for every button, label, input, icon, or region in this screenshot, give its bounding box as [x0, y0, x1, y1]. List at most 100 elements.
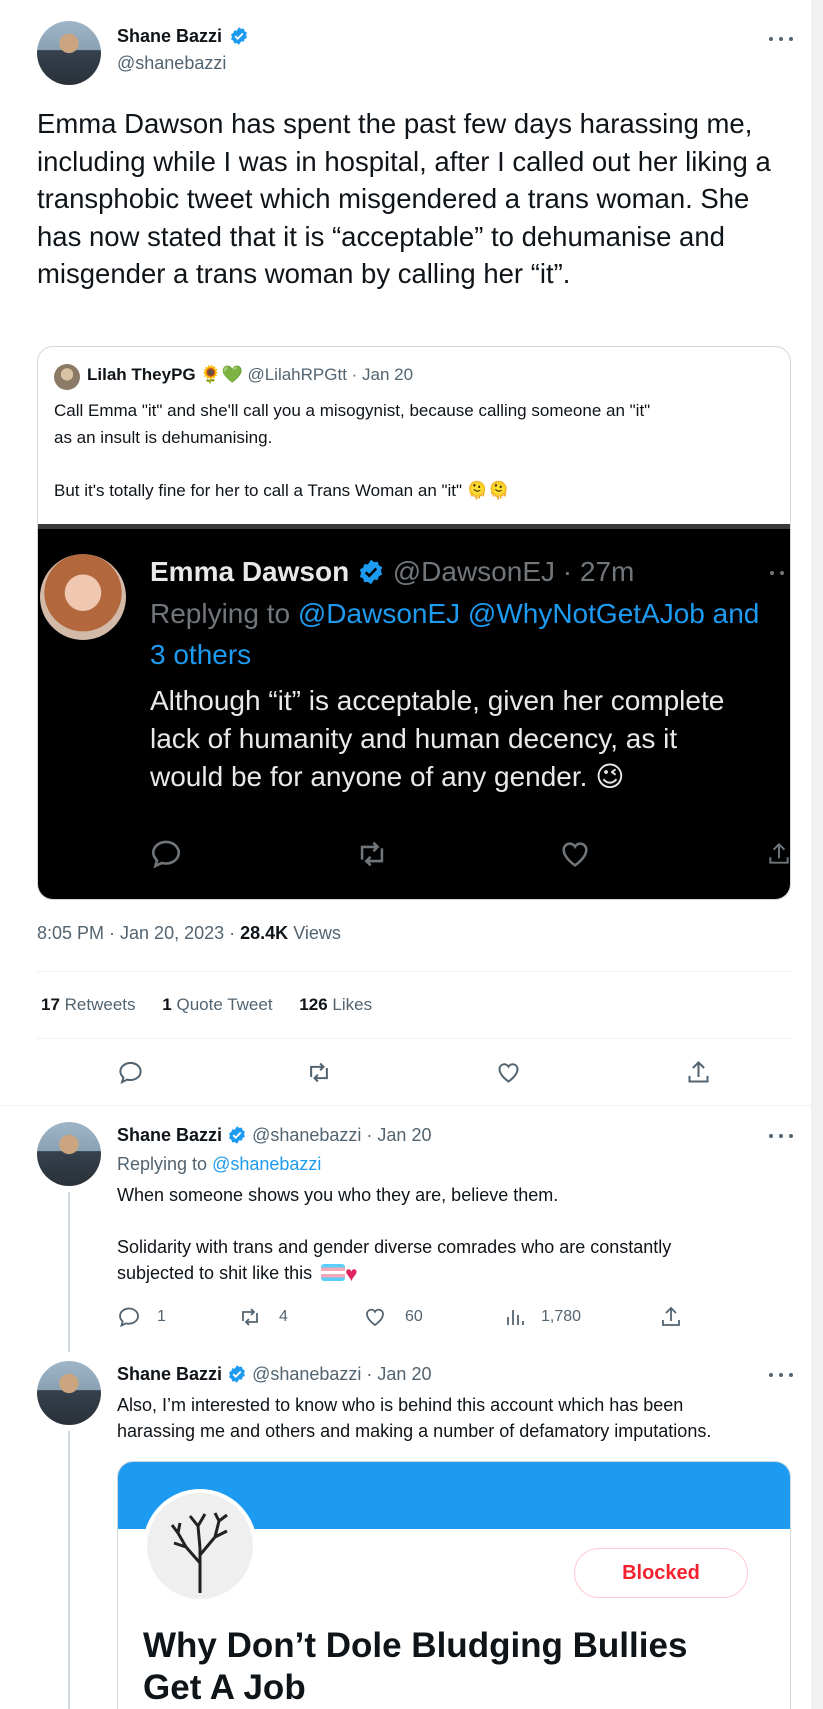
verified-badge-icon: [359, 559, 383, 584]
divider: [37, 1038, 791, 1039]
avatar: [40, 554, 126, 640]
blocked-label[interactable]: Blocked: [622, 1562, 700, 1585]
likes-count[interactable]: 126: [299, 995, 327, 1014]
avatar[interactable]: [37, 1361, 101, 1425]
scrollbar[interactable]: [812, 0, 823, 1709]
tweet-text-line: subjected to shit like this ♥: [117, 1260, 787, 1288]
like-count: 60: [405, 1308, 423, 1325]
blocked-button[interactable]: Blocked: [574, 1548, 748, 1598]
quoted-date[interactable]: · Jan 20: [352, 365, 413, 384]
share-icon[interactable]: [685, 1059, 712, 1086]
tweet-text-line: Solidarity with trans and gender diverse…: [117, 1237, 672, 1257]
profile-name-line: Get A Job: [143, 1668, 306, 1707]
like-icon[interactable]: [363, 1305, 387, 1329]
quotes-label[interactable]: Quote Tweet: [176, 995, 272, 1014]
retweets-label[interactable]: Retweets: [65, 995, 136, 1014]
author-name[interactable]: Shane Bazzi: [117, 26, 249, 47]
likes-stat[interactable]: 126 Likes: [299, 995, 372, 1014]
retweet-count: 4: [279, 1308, 288, 1325]
retweets-stat[interactable]: 17 Retweets: [41, 995, 136, 1014]
tweet-text: Emma Dawson has spent the past few days …: [37, 108, 771, 289]
author-name[interactable]: Shane Bazzi: [117, 1125, 222, 1145]
more-options-icon[interactable]: [769, 1371, 793, 1379]
quoted-author-row: Lilah TheyPG 🌻💚 @LilahRPGtt · Jan 20: [87, 365, 413, 385]
tweet-timestamp-row: 8:05 PM · Jan 20, 2023 · 28.4K Views: [37, 923, 341, 944]
quoted-text-line: But it's totally fine for her to call a …: [54, 481, 510, 500]
divider: [37, 971, 791, 972]
share-icon: [769, 842, 789, 864]
retweet-icon: [360, 841, 384, 867]
quoted-author-name[interactable]: Lilah TheyPG: [87, 365, 196, 384]
thread-line: [68, 1192, 70, 1352]
tweet-text-line: When someone shows you who they are, bel…: [117, 1185, 559, 1205]
likes-label[interactable]: Likes: [332, 995, 372, 1014]
screenshot-author-row: Emma Dawson @DawsonEJ · 27m: [150, 556, 634, 588]
quoted-text: Call Emma "it" and she'll call you a mis…: [54, 397, 774, 504]
tweet-timestamp[interactable]: 8:05 PM · Jan 20, 2023 ·: [37, 923, 235, 943]
avatar[interactable]: [54, 364, 80, 390]
screenshot-author-name: Emma Dawson: [150, 556, 350, 587]
share-icon[interactable]: [659, 1305, 683, 1329]
media-image[interactable]: Blocked Why Don’t Dole Bludging Bullies …: [117, 1461, 791, 1709]
thread-line: [68, 1431, 70, 1709]
divider: [0, 1105, 812, 1106]
view-count: 1,780: [541, 1308, 582, 1325]
tweet-stats-row: 17 Retweets 1 Quote Tweet 126 Likes: [41, 995, 372, 1015]
avatar[interactable]: [37, 21, 101, 85]
quoted-text-line: as an insult is dehumanising.: [54, 428, 273, 447]
reply-header: Shane Bazzi @shanebazzi · Jan 20: [117, 1125, 431, 1146]
author-name[interactable]: Shane Bazzi: [117, 1364, 222, 1384]
quote-tweets-stat[interactable]: 1 Quote Tweet: [162, 995, 272, 1014]
tweet-text-fragment: subjected to shit like this: [117, 1263, 313, 1283]
replying-prefix: Replying to: [117, 1154, 208, 1174]
replying-to-row: Replying to @shanebazzi: [117, 1154, 321, 1175]
reply-icon[interactable]: [117, 1059, 144, 1086]
retweet-icon[interactable]: [305, 1059, 333, 1086]
reply-icon[interactable]: [117, 1305, 141, 1329]
views-label: Views: [293, 923, 341, 943]
verified-badge-icon: [229, 1126, 245, 1144]
tweet-text-line: harassing me and others and making a num…: [117, 1421, 712, 1441]
profile-avatar: [143, 1489, 257, 1603]
screenshot-text-line: lack of humanity and human decency, as i…: [150, 723, 678, 754]
more-options-icon[interactable]: [769, 1132, 793, 1140]
avatar[interactable]: [37, 1122, 101, 1186]
screenshot-replying-prefix: Replying to: [150, 598, 291, 629]
author-handle[interactable]: @shanebazzi: [117, 53, 226, 74]
tweet-date[interactable]: · Jan 20: [366, 1125, 431, 1145]
views-count: 28.4K: [240, 923, 289, 943]
like-icon: [562, 842, 588, 867]
retweet-icon[interactable]: [237, 1305, 263, 1329]
quotes-count[interactable]: 1: [162, 995, 171, 1014]
author-handle[interactable]: @shanebazzi: [252, 1125, 361, 1145]
like-icon[interactable]: [495, 1059, 522, 1086]
reply-actions: 1 4 60 1,780: [117, 1305, 717, 1331]
screenshot-replying-to: @DawsonEJ @WhyNotGetAJob and: [297, 598, 760, 629]
quoted-author-emoji: 🌻💚: [200, 365, 243, 384]
retweets-count[interactable]: 17: [41, 995, 60, 1014]
reply-header: Shane Bazzi @shanebazzi · Jan 20: [117, 1364, 431, 1385]
screenshot-text-line: would be for anyone of any gender. 😉: [150, 761, 625, 792]
screenshot-text: Although “it” is acceptable, given her c…: [150, 682, 790, 796]
profile-name-line: Why Don’t Dole Bludging Bullies: [143, 1626, 688, 1665]
reply-count: 1: [157, 1308, 166, 1325]
quoted-tweet[interactable]: Lilah TheyPG 🌻💚 @LilahRPGtt · Jan 20 Cal…: [37, 346, 791, 900]
reply-icon: [151, 840, 181, 869]
screenshot-text-line: Although “it” is acceptable, given her c…: [150, 685, 725, 716]
quoted-author-handle[interactable]: @LilahRPGtt: [247, 365, 346, 384]
tweet-date[interactable]: · Jan 20: [366, 1364, 431, 1384]
transgender-flag-icon: [321, 1264, 346, 1281]
profile-display-name: Why Don’t Dole Bludging Bullies Get A Jo…: [143, 1625, 783, 1709]
red-heart-icon: ♥: [345, 1263, 358, 1286]
quoted-text-line: Call Emma "it" and she'll call you a mis…: [54, 401, 651, 420]
views-icon[interactable]: [503, 1305, 527, 1329]
bare-tree-icon: [170, 1512, 228, 1593]
author-name-text[interactable]: Shane Bazzi: [117, 26, 222, 46]
replying-to-link[interactable]: @shanebazzi: [212, 1154, 321, 1174]
quoted-media-image[interactable]: Emma Dawson @DawsonEJ · 27m Replying to …: [38, 524, 790, 899]
tweet-text: When someone shows you who they are, bel…: [117, 1182, 787, 1288]
more-options-icon[interactable]: [769, 35, 793, 43]
tweet-text-line: Also, I’m interested to know who is behi…: [117, 1395, 684, 1415]
author-handle[interactable]: @shanebazzi: [252, 1364, 361, 1384]
tweet-text: Also, I’m interested to know who is behi…: [117, 1392, 797, 1444]
